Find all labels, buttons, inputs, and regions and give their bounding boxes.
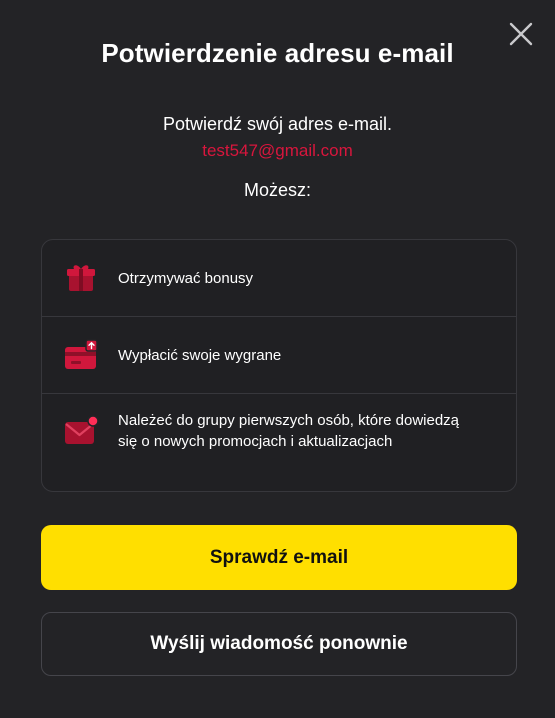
- email-address: test547@gmail.com: [202, 141, 353, 160]
- gift-icon: [62, 259, 100, 297]
- benefit-item-withdraw: Wypłacić swoje wygrane: [42, 317, 516, 394]
- benefit-text: Należeć do grupy pierwszych osób, które …: [118, 412, 460, 450]
- check-email-button[interactable]: Sprawdź e-mail: [41, 525, 517, 590]
- benefits-list: Otrzymywać bonusy Wypłacić swoje wygrane: [41, 239, 517, 492]
- benefits-heading: Możesz:: [243, 180, 312, 200]
- email-confirmation-modal: Potwierdzenie adresu e-mail Potwierdź sw…: [0, 0, 555, 718]
- modal-subtitle: Potwierdź swój adres e-mail.: [162, 114, 393, 134]
- resend-email-button[interactable]: Wyślij wiadomość ponownie: [41, 612, 517, 676]
- wallet-withdraw-icon: [62, 336, 100, 374]
- modal-title: Potwierdzenie adresu e-mail: [101, 38, 454, 68]
- benefit-item-bonuses: Otrzymywać bonusy: [42, 240, 516, 317]
- benefit-text: Wypłacić swoje wygrane: [118, 346, 282, 364]
- benefit-item-promotions: Należeć do grupy pierwszych osób, które …: [42, 394, 516, 491]
- benefit-text: Otrzymywać bonusy: [118, 269, 254, 287]
- mail-notification-icon: [62, 413, 100, 451]
